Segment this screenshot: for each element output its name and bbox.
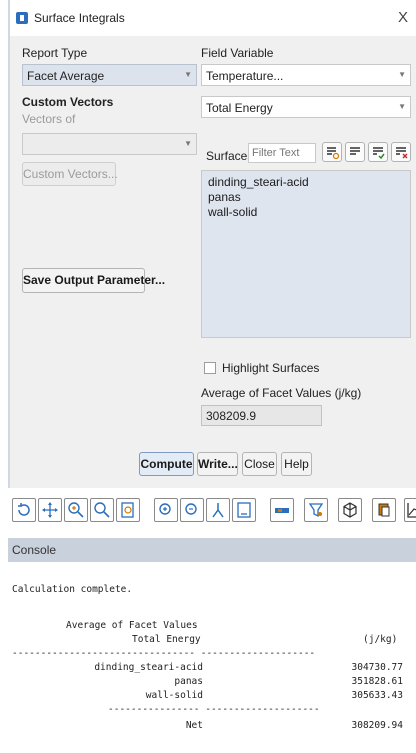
surfaces-list[interactable]: dinding_steari-acid panas wall-solid <box>201 170 411 338</box>
compute-button[interactable]: Compute <box>139 452 194 476</box>
dialog-title: Surface Integrals <box>34 11 125 25</box>
chevron-down-icon: ▼ <box>184 70 192 79</box>
graphics-toolbar <box>8 488 416 532</box>
vectors-of-label: Vectors of <box>22 112 76 126</box>
custom-vectors-button[interactable]: Custom Vectors... <box>22 162 118 186</box>
field-variable-category-value: Temperature... <box>206 69 284 83</box>
list-item[interactable]: dinding_steari-acid <box>208 175 309 189</box>
report-type-dropdown[interactable]: Facet Average ▼ <box>22 64 197 86</box>
field-variable-dropdown[interactable]: Total Energy ▼ <box>201 96 411 118</box>
deselect-icon[interactable] <box>391 142 411 162</box>
close-icon[interactable]: X <box>398 9 408 26</box>
pan-icon[interactable] <box>38 498 62 522</box>
filter-icon[interactable] <box>304 498 328 522</box>
table-row-value: 305633.43 <box>351 690 403 701</box>
console-message: Calculation complete. <box>12 584 133 595</box>
net-value: 308209.94 <box>351 720 403 731</box>
zoom-icon[interactable] <box>90 498 114 522</box>
surface-integrals-dialog: Surface Integrals X Report Type Facet Av… <box>8 0 416 488</box>
check-list-icon[interactable] <box>368 142 388 162</box>
help-button[interactable]: Help <box>281 452 312 476</box>
zoom-box-icon[interactable] <box>116 498 140 522</box>
chevron-down-icon: ▼ <box>184 139 192 148</box>
console-header2-right: (j/kg) <box>363 634 398 645</box>
app-icon <box>16 12 28 24</box>
save-output-parameter-button[interactable]: Save Output Parameter... <box>22 268 165 293</box>
left-edge <box>0 0 8 753</box>
console-divider: -------------------------------- -------… <box>12 648 316 659</box>
chart-icon[interactable] <box>404 498 416 522</box>
console-header1: Average of Facet Values <box>66 620 198 631</box>
table-row-value: 351828.61 <box>351 676 403 687</box>
vectors-of-dropdown[interactable]: ▼ <box>22 133 197 155</box>
table-row-value: 304730.77 <box>351 662 403 673</box>
surfaces-filter-input[interactable] <box>248 143 316 163</box>
field-variable-value: Total Energy <box>206 101 273 115</box>
title-bar: Surface Integrals X <box>10 0 416 36</box>
highlight-surfaces-checkbox[interactable] <box>204 362 216 374</box>
surfaces-label: Surfaces <box>206 149 254 163</box>
ruler-icon[interactable] <box>270 498 294 522</box>
console-divider2: ---------------- -------------------- <box>108 704 320 715</box>
result-label: Average of Facet Values (j/kg) <box>201 386 362 400</box>
report-type-label: Report Type <box>22 46 88 60</box>
write-button[interactable]: Write... <box>197 452 238 476</box>
result-field: 308209.9 <box>201 405 322 426</box>
console-header2-left: Total Energy <box>132 634 201 645</box>
probe-icon[interactable] <box>206 498 230 522</box>
zoom-in-icon[interactable] <box>64 498 88 522</box>
copy-icon[interactable] <box>372 498 396 522</box>
highlight-surfaces-label: Highlight Surfaces <box>222 361 320 375</box>
console-header <box>8 538 416 562</box>
cube-icon[interactable] <box>338 498 362 522</box>
report-type-value: Facet Average <box>27 69 105 83</box>
select-all-icon[interactable] <box>322 142 342 162</box>
console-title: Console <box>12 543 57 557</box>
console-output: Calculation complete. Average of Facet V… <box>8 562 416 753</box>
result-value: 308209.9 <box>206 409 257 423</box>
chevron-down-icon: ▼ <box>398 102 406 111</box>
zoom-plus-icon[interactable] <box>154 498 178 522</box>
list-item[interactable]: wall-solid <box>208 205 257 219</box>
field-variable-label: Field Variable <box>201 46 274 60</box>
field-variable-category-dropdown[interactable]: Temperature... ▼ <box>201 64 411 86</box>
close-button[interactable]: Close <box>242 452 277 476</box>
fit-icon[interactable] <box>232 498 256 522</box>
rotate-icon[interactable] <box>12 498 36 522</box>
zoom-minus-icon[interactable] <box>180 498 204 522</box>
list-item[interactable]: panas <box>208 190 241 204</box>
chevron-down-icon: ▼ <box>398 70 406 79</box>
list-icon[interactable] <box>345 142 365 162</box>
custom-vectors-heading: Custom Vectors <box>22 95 114 109</box>
